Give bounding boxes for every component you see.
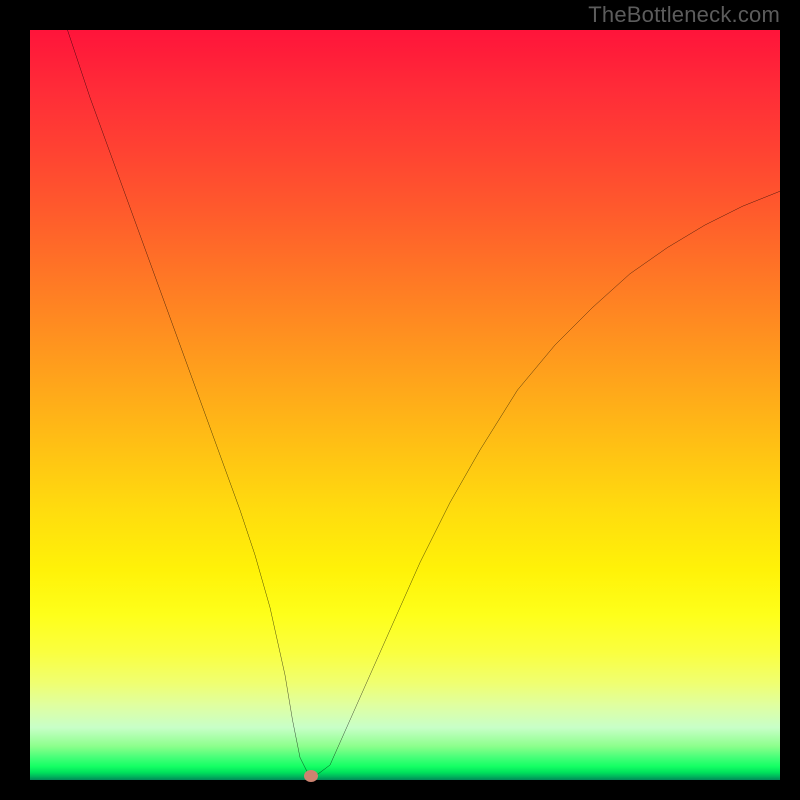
watermark-text: TheBottleneck.com [588,2,780,28]
bottleneck-curve [30,30,780,780]
chart-area [30,30,780,780]
optimal-point-marker [304,770,318,782]
